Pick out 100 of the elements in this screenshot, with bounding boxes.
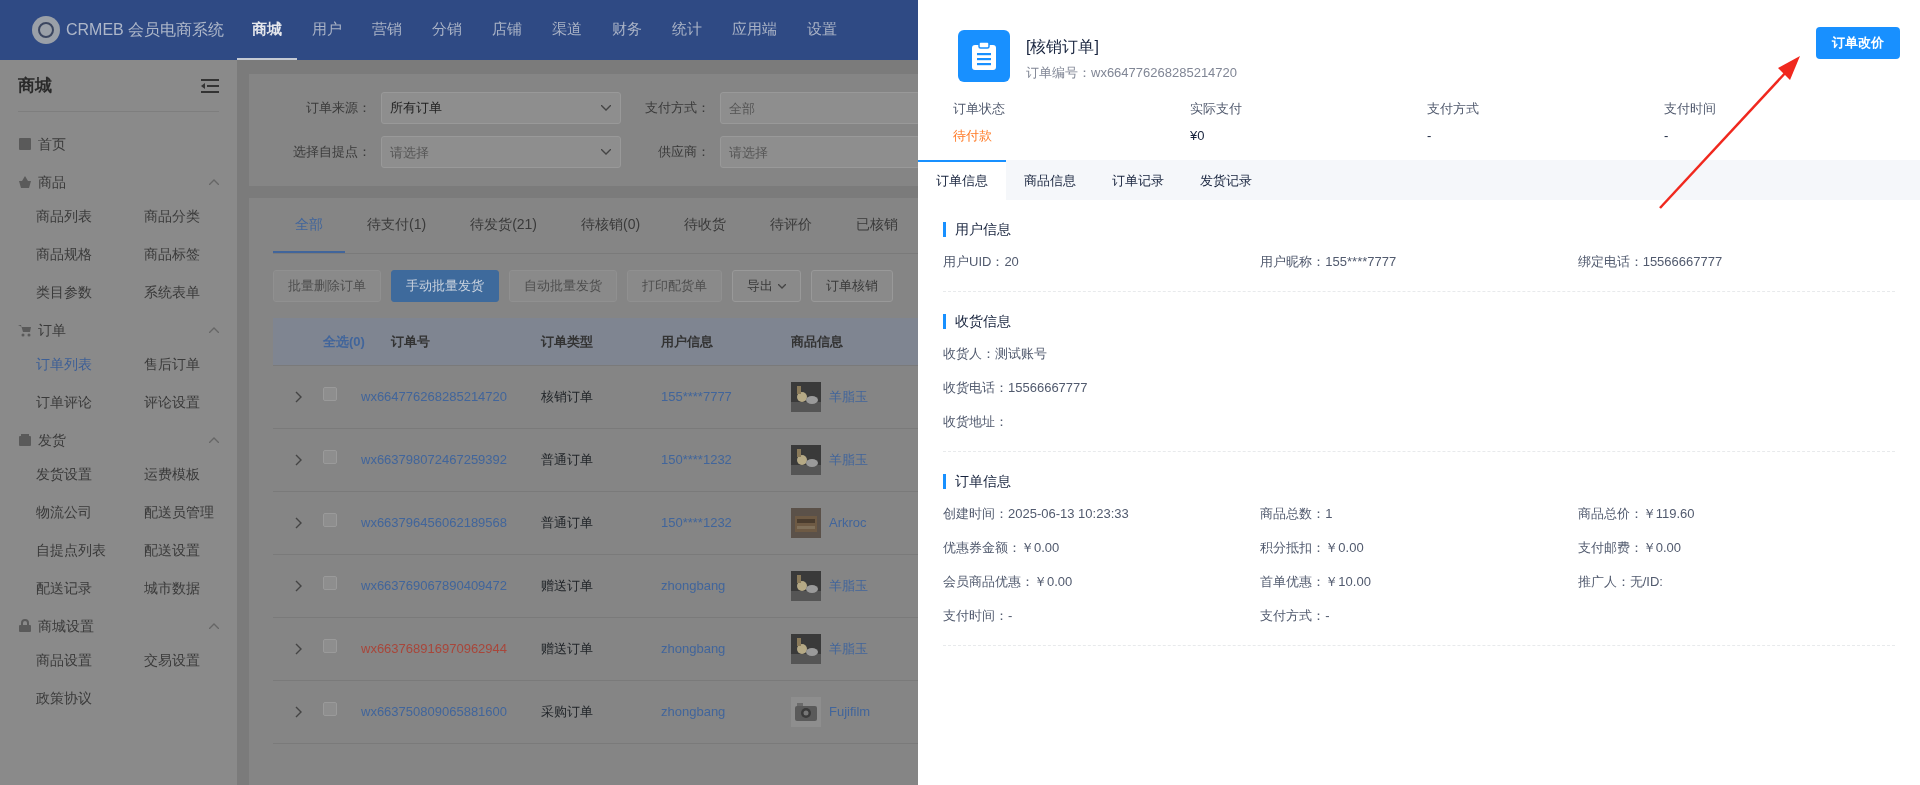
menu-item[interactable]: 系统表单: [144, 280, 252, 304]
chevron-down-icon: [601, 149, 612, 155]
select-field[interactable]: 所有订单: [381, 92, 622, 124]
menu-item[interactable]: 商品设置: [36, 648, 144, 672]
menu-item[interactable]: 配送设置: [144, 538, 252, 562]
summary-label: 支付时间: [1664, 99, 1717, 118]
summary-value: -: [1427, 127, 1433, 145]
nav-tab[interactable]: 财务: [597, 0, 657, 60]
info-field: 首单优惠：￥10.00: [1260, 564, 1578, 599]
menu-group[interactable]: 发货: [38, 429, 203, 451]
menu-item[interactable]: 商品标签: [144, 242, 252, 266]
table-cell: 普通订单: [541, 515, 593, 531]
menu-item[interactable]: 首页: [38, 133, 219, 155]
info-field: 会员商品优惠：￥0.00: [943, 564, 1261, 599]
filter-label: 订单来源：: [305, 99, 372, 118]
logo-icon: [32, 16, 60, 44]
menu-item[interactable]: 发货设置: [36, 462, 144, 486]
order-tab[interactable]: 已核销: [834, 198, 918, 253]
menu-item[interactable]: 物流公司: [36, 500, 144, 524]
nav-tab[interactable]: 统计: [657, 0, 717, 60]
summary-value: ¥0: [1190, 127, 1206, 145]
menu-group[interactable]: 订单: [38, 319, 203, 341]
nav-tab[interactable]: 渠道: [537, 0, 597, 60]
info-field: 收货人：测试账号: [943, 336, 1895, 371]
nav-tab[interactable]: 应用端: [717, 0, 792, 60]
info-field: 收货地址：: [943, 404, 1895, 439]
drawer-tab[interactable]: 订单记录: [1094, 159, 1182, 200]
menu-item[interactable]: 自提点列表: [36, 538, 144, 562]
menu-group[interactable]: 商城设置: [38, 615, 203, 637]
menu-item[interactable]: 配送记录: [36, 576, 144, 600]
info-field: 用户UID：20: [943, 244, 1261, 279]
order-tab[interactable]: 待收货: [662, 198, 749, 253]
table-cell: 采购订单: [541, 704, 593, 720]
info-field: 收货电话：15566667777: [943, 370, 1895, 405]
info-field: 支付邮费：￥0.00: [1577, 530, 1895, 565]
expand-chevron-icon: [294, 391, 302, 403]
menu-item[interactable]: 售后订单: [144, 352, 252, 376]
menu-item[interactable]: 商品分类: [144, 204, 252, 228]
menu-item[interactable]: 订单列表: [36, 352, 144, 376]
drawer-tab[interactable]: 订单信息: [918, 159, 1006, 200]
menu-group[interactable]: 商品: [38, 171, 203, 193]
expand-chevron-icon: [294, 454, 302, 466]
summary-label: 实际支付: [1190, 99, 1243, 118]
menu-item[interactable]: 城市数据: [144, 576, 252, 600]
info-field: 绑定电话：15566667777: [1577, 244, 1895, 279]
action-button[interactable]: 手动批量发货: [391, 270, 499, 302]
menu-item[interactable]: 交易设置: [144, 648, 252, 672]
action-button[interactable]: 订单核销: [811, 270, 893, 302]
menu-item[interactable]: 政策协议: [36, 686, 144, 710]
chevron-down-icon: [778, 283, 786, 289]
table-cell: 核销订单: [541, 389, 593, 405]
nav-tab[interactable]: 分销: [417, 0, 477, 60]
summary-label: 支付方式: [1427, 99, 1480, 118]
action-button[interactable]: 导出: [732, 270, 801, 302]
info-field: 商品总数：1: [1260, 496, 1578, 531]
clipboard-icon: [958, 30, 1010, 82]
order-tab[interactable]: 待评价: [748, 198, 835, 253]
menu-item[interactable]: 商品列表: [36, 204, 144, 228]
info-field: 创建时间：2025-06-13 10:23:33: [943, 496, 1261, 531]
info-field: 积分抵扣：￥0.00: [1260, 530, 1578, 565]
drawer-tab[interactable]: 商品信息: [1006, 159, 1094, 200]
order-tab[interactable]: 待发货(21): [448, 198, 560, 253]
lock-icon: [18, 619, 32, 633]
nav-tab[interactable]: 店铺: [477, 0, 537, 60]
order-number: 订单编号：wx664776268285214720: [1026, 64, 1238, 82]
order-tab[interactable]: 待核销(0): [559, 198, 663, 253]
expand-chevron-icon: [294, 643, 302, 655]
expand-chevron-icon: [294, 517, 302, 529]
menu-item[interactable]: 商品规格: [36, 242, 144, 266]
nav-tab[interactable]: 营销: [357, 0, 417, 60]
basket-icon: [18, 175, 32, 189]
filter-label: 支付方式：: [644, 99, 711, 118]
nav-tab[interactable]: 用户: [297, 0, 357, 60]
menu-item[interactable]: 订单评论: [36, 390, 144, 414]
change-price-button[interactable]: 订单改价: [1816, 27, 1900, 59]
logo-text: CRMEB 会员电商系统: [66, 20, 225, 40]
menu-item[interactable]: 类目参数: [36, 280, 144, 304]
chart-icon: [18, 137, 32, 151]
summary-label: 订单状态: [953, 99, 1006, 118]
expand-chevron-icon: [294, 706, 302, 718]
drawer-tab[interactable]: 发货记录: [1182, 159, 1270, 200]
info-field: 支付时间：-: [943, 598, 1261, 633]
order-tab[interactable]: 待支付(1): [345, 198, 449, 253]
table-cell: 赠送订单: [541, 578, 593, 594]
info-field: 商品总价：￥119.60: [1577, 496, 1895, 531]
order-title: [核销订单]: [1026, 37, 1100, 57]
sidebar-title: 商城: [18, 74, 52, 97]
menu-item[interactable]: 评论设置: [144, 390, 252, 414]
info-field: 优惠券金额：￥0.00: [943, 530, 1261, 565]
nav-tab[interactable]: 商城: [237, 0, 297, 60]
chevron-down-icon: [601, 105, 612, 111]
menu-item[interactable]: 运费模板: [144, 462, 252, 486]
table-cell: 赠送订单: [541, 641, 593, 657]
menu-item[interactable]: 配送员管理: [144, 500, 252, 524]
info-field: 用户昵称：155****7777: [1260, 244, 1578, 279]
column-header: 订单号: [391, 333, 430, 349]
filter-label: 选择自提点：: [292, 143, 372, 162]
nav-tab[interactable]: 设置: [792, 0, 852, 60]
column-header: 订单类型: [541, 333, 593, 349]
summary-value: -: [1664, 127, 1670, 145]
